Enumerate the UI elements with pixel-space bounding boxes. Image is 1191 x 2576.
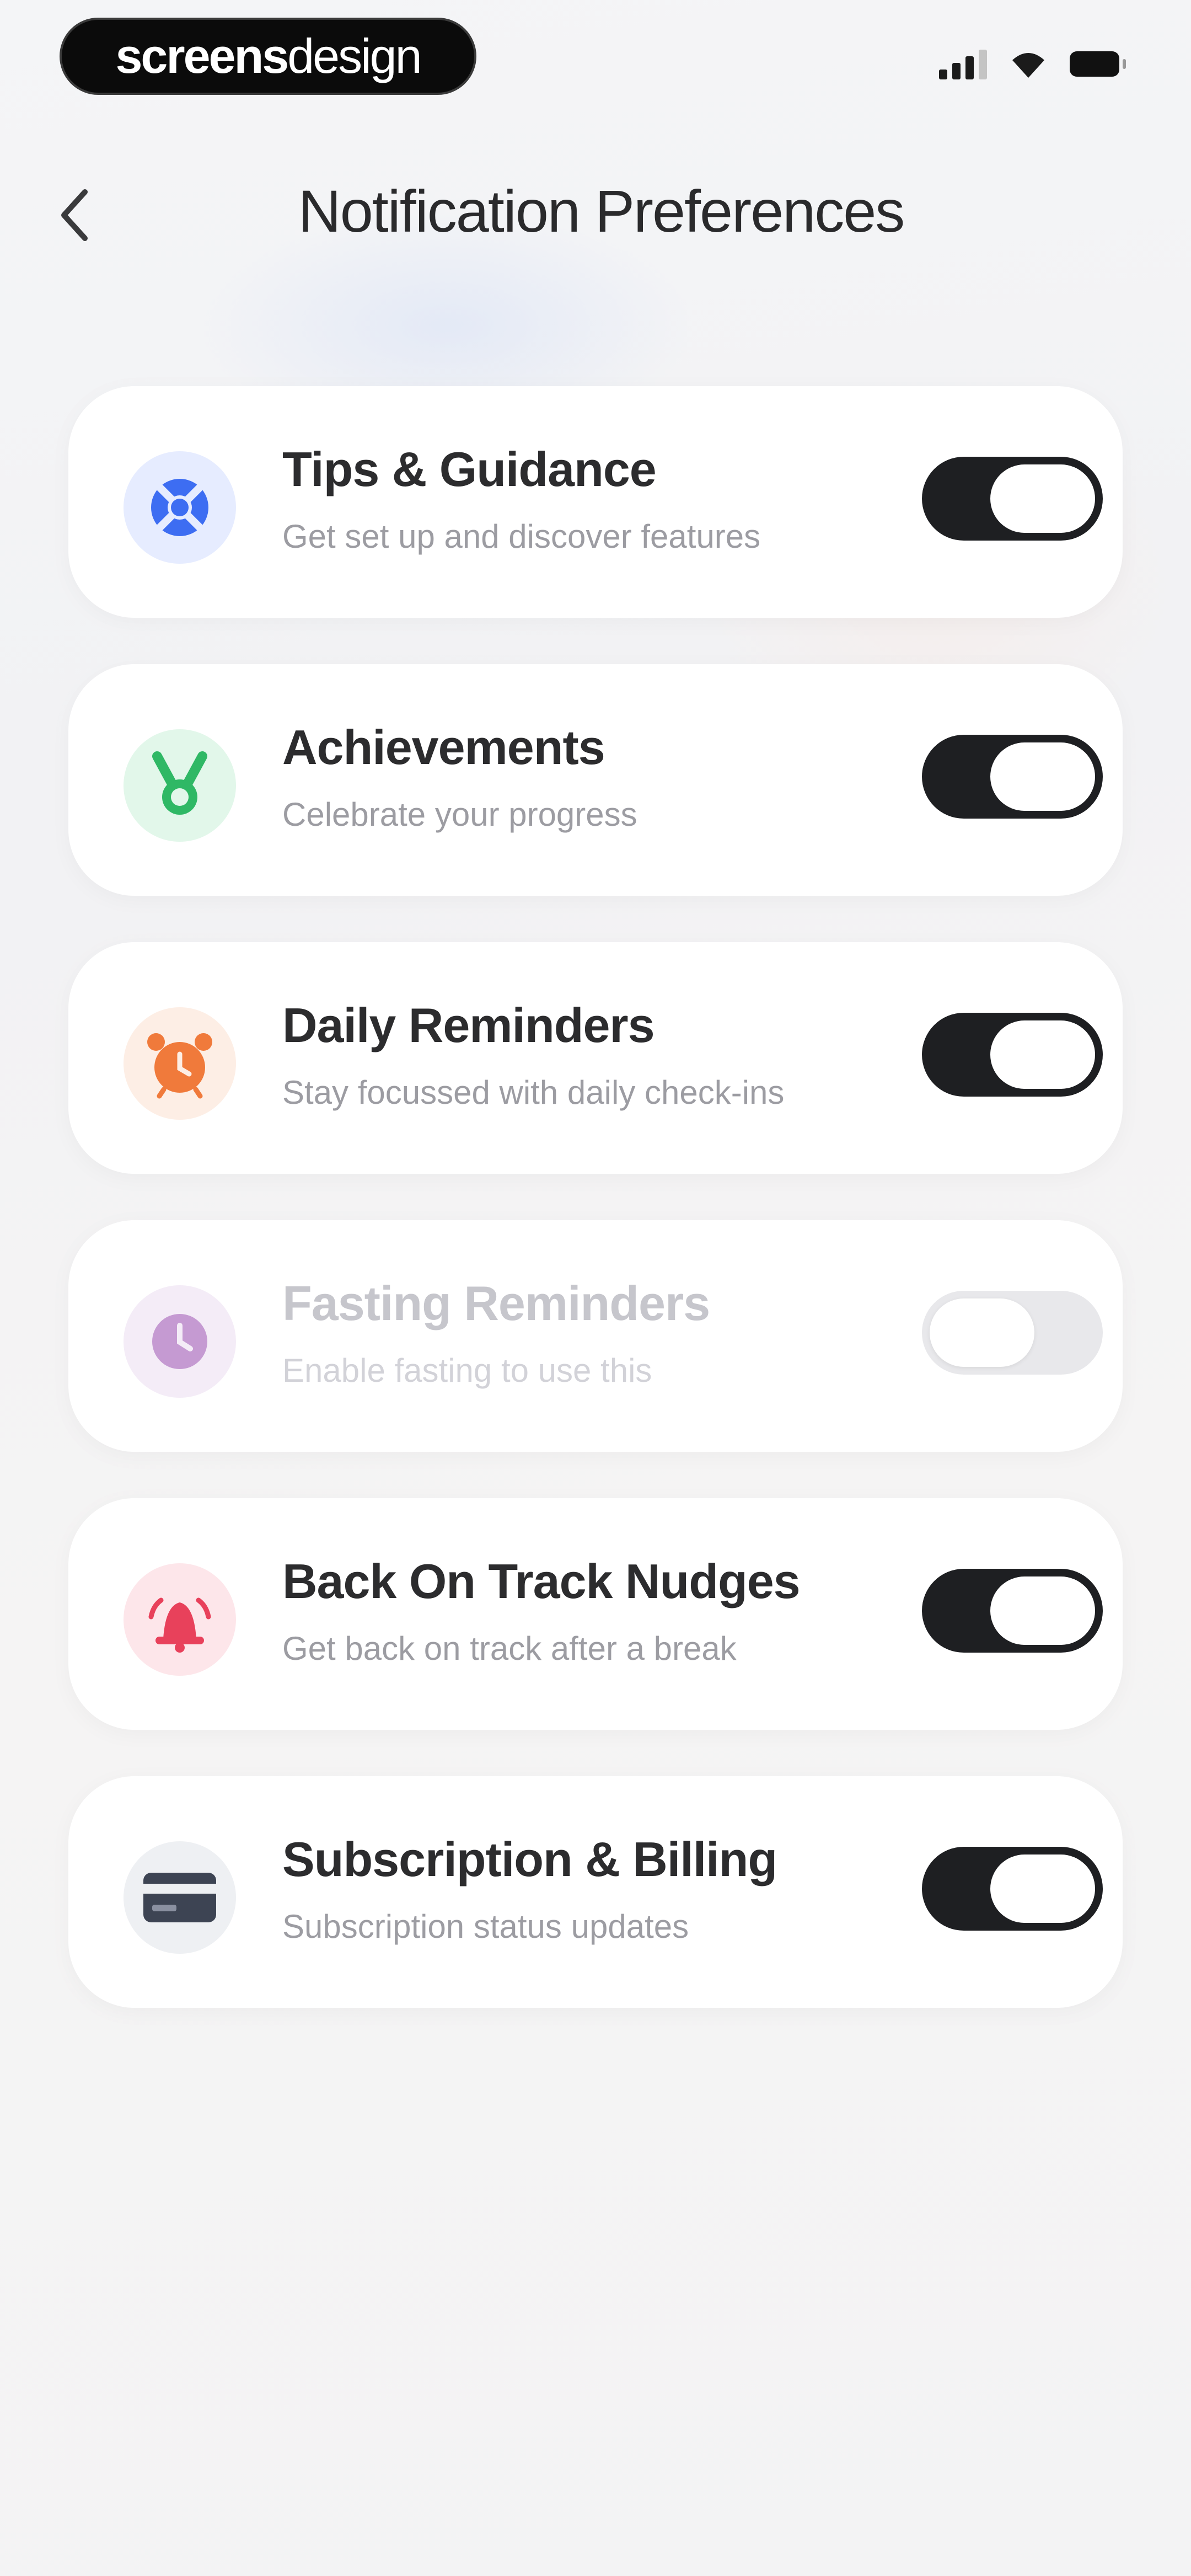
card-subtitle: Stay focussed with daily check-ins (282, 1074, 785, 1111)
lifebuoy-icon (151, 479, 208, 536)
toggle-knob (990, 742, 1095, 811)
card-title: Subscription & Billing (282, 1832, 777, 1886)
status-bar (939, 49, 1126, 79)
card-subtitle: Subscription status updates (282, 1908, 689, 1945)
toggle-knob (990, 464, 1095, 533)
bell-icon (148, 1597, 211, 1653)
toggle-tips-guidance[interactable] (922, 457, 1103, 541)
wifi-icon (1012, 53, 1044, 78)
card-title: Back On Track Nudges (282, 1554, 801, 1608)
card-fasting-reminders: Fasting Reminders Enable fasting to use … (68, 1220, 1123, 1452)
toggle-knob (990, 1576, 1095, 1645)
icon-badge (124, 729, 236, 842)
toggle-knob (990, 1854, 1095, 1923)
toggle-knob (930, 1298, 1034, 1367)
toggle-daily-reminders[interactable] (922, 1013, 1103, 1097)
icon-badge (124, 1285, 236, 1398)
card-subscription-billing: Subscription & Billing Subscription stat… (68, 1776, 1123, 2008)
clock-icon (152, 1314, 207, 1369)
card-daily-reminders: Daily Reminders Stay focussed with daily… (68, 942, 1123, 1174)
card-tips-guidance: Tips & Guidance Get set up and discover … (68, 386, 1123, 618)
toggle-fasting-reminders[interactable] (922, 1291, 1103, 1375)
notification-list: Tips & Guidance Get set up and discover … (68, 386, 1123, 2054)
credit-card-icon (143, 1873, 216, 1922)
card-back-on-track-nudges: Back On Track Nudges Get back on track a… (68, 1498, 1123, 1730)
toggle-knob (990, 1020, 1095, 1089)
card-subtitle: Enable fasting to use this (282, 1352, 652, 1389)
battery-icon (1070, 51, 1126, 77)
toggle-back-on-track-nudges[interactable] (922, 1569, 1103, 1653)
card-title: Daily Reminders (282, 998, 655, 1052)
card-title: Achievements (282, 720, 605, 774)
brand-part-2: design (287, 29, 422, 83)
card-subtitle: Get set up and discover features (282, 518, 761, 555)
card-achievements: Achievements Celebrate your progress (68, 664, 1123, 896)
icon-badge (124, 1841, 236, 1954)
toggle-subscription-billing[interactable] (922, 1847, 1103, 1931)
brand-badge: screens design (60, 18, 476, 95)
icon-badge (124, 1563, 236, 1676)
card-title: Fasting Reminders (282, 1276, 710, 1330)
icon-badge (124, 451, 236, 564)
medal-icon (152, 751, 207, 815)
page-title: Notification Preferences (298, 178, 905, 244)
toggle-achievements[interactable] (922, 735, 1103, 819)
card-title: Tips & Guidance (282, 442, 657, 496)
card-subtitle: Celebrate your progress (282, 796, 637, 833)
signal-icon (939, 49, 987, 79)
brand-part-1: screens (115, 29, 289, 83)
card-subtitle: Get back on track after a break (282, 1630, 737, 1667)
icon-badge (124, 1007, 236, 1120)
alarm-clock-icon (147, 1033, 212, 1099)
